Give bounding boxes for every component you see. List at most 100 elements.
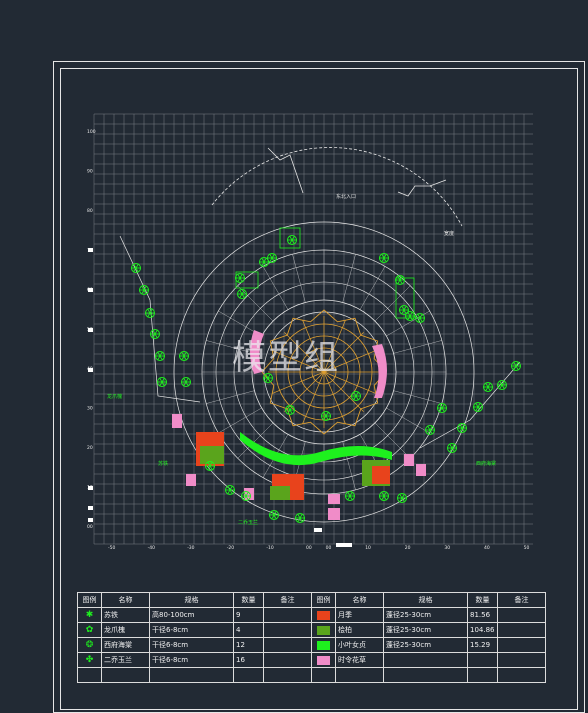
tree-branch	[147, 308, 151, 314]
tree-branch	[381, 253, 385, 259]
bottom-axis-tick: 10	[365, 545, 371, 551]
axis-marker	[88, 328, 93, 332]
left-qty-2: 4	[233, 622, 264, 638]
right-note-4	[497, 652, 546, 668]
right-qty-2: 104.86	[467, 622, 498, 638]
right-spec-3: 蓬径25-30cm	[383, 637, 468, 653]
left-axis-tick: 80	[87, 208, 93, 214]
bottom-axis-tick: -40	[148, 545, 155, 551]
flower-bed	[172, 414, 182, 428]
zigzag-wall-left	[267, 147, 304, 194]
tree-branch	[147, 312, 151, 318]
magnolia-icon: ✤	[85, 655, 94, 665]
tree-branch	[299, 513, 303, 519]
tree-branch	[185, 377, 189, 383]
radial-line	[386, 407, 430, 434]
plant-legend-table: 图例 名称 规格 数量 备注 图例 名称 规格 数量 备注 ✱ 苏铁 高80-1…	[77, 592, 546, 683]
left-note-4	[263, 652, 312, 668]
left-axis-tick: 90	[87, 169, 93, 175]
left-axis-tick: 100	[87, 129, 96, 135]
radial-line	[218, 407, 262, 434]
bottom-axis-tick: 50	[524, 545, 530, 551]
header-spec: 规格	[149, 592, 234, 608]
tree-branch	[159, 377, 163, 383]
tree-branch	[289, 409, 293, 415]
tree-branch	[237, 277, 241, 283]
left-axis-tick: 30	[87, 406, 93, 412]
right-note-2	[497, 622, 546, 638]
axis-marker	[88, 248, 93, 252]
tree-branch	[349, 495, 353, 501]
tree-branch	[135, 263, 139, 269]
header-legend-2: 图例	[311, 592, 336, 608]
flower-bed	[416, 464, 426, 476]
tree-branch	[154, 329, 158, 335]
tree-branch	[239, 277, 243, 283]
axis-marker	[88, 288, 93, 292]
tree-branch	[269, 253, 273, 259]
tree-branch	[487, 382, 491, 388]
entrance-label: 东北入口	[336, 193, 356, 200]
tree-branch	[289, 239, 293, 245]
tree-branch	[427, 425, 431, 431]
header-qty-2: 数量	[467, 592, 498, 608]
legend-row-5	[77, 667, 546, 683]
left-qty-3: 12	[233, 637, 264, 653]
right-spec-4	[383, 652, 468, 668]
tree-branch	[401, 309, 405, 315]
right-note-3	[497, 637, 546, 653]
tree-branch	[485, 386, 489, 392]
left-axis-tick: 00	[87, 524, 93, 530]
left-spec-1: 高80-100cm	[149, 607, 234, 623]
radial-line	[237, 285, 274, 322]
legend-row-3: ❂ 西府海棠 干径6-8cm 12 小叶女贞 蓬径25-30cm 15.29	[77, 637, 546, 653]
left-qty-1: 9	[233, 607, 264, 623]
flower-bed	[244, 488, 254, 500]
header-qty: 数量	[233, 592, 264, 608]
right-spec-1: 蓬径25-30cm	[383, 607, 468, 623]
juniper-bed	[270, 486, 290, 500]
right-name-4: 时令花草	[335, 652, 384, 668]
radial-line	[393, 390, 442, 404]
bottom-axis-tick: 00	[306, 545, 312, 551]
flower-bed	[186, 474, 196, 486]
left-name-3: 西府海棠	[101, 637, 150, 653]
bottom-axis-tick: 00	[326, 545, 332, 551]
plant-label-3: 二乔玉兰	[238, 519, 258, 526]
flower-bed	[328, 494, 340, 504]
tree-branch	[263, 257, 267, 263]
bottom-axis-tick: -30	[187, 545, 194, 551]
radial-line	[342, 254, 356, 303]
left-axis-tick: 20	[87, 445, 93, 451]
tree-branch	[397, 279, 401, 285]
legend-header-row: 图例 名称 规格 数量 备注 图例 名称 规格 数量 备注	[77, 592, 546, 608]
right-name-1: 月季	[335, 607, 384, 623]
flower-bed	[328, 508, 340, 520]
tree-branch	[154, 333, 158, 339]
tree-branch	[239, 289, 243, 295]
bottom-axis-tick: 30	[444, 545, 450, 551]
tree-branch	[403, 305, 407, 311]
right-qty-1: 81.56	[467, 607, 498, 623]
tree-branch	[181, 355, 185, 361]
header-name-2: 名称	[335, 592, 384, 608]
tree-branch	[159, 355, 163, 361]
header-name: 名称	[101, 592, 150, 608]
left-qty-4: 16	[233, 652, 264, 668]
left-name-2: 龙爪槐	[101, 622, 150, 638]
right-qty-4	[467, 652, 498, 668]
tree-branch	[419, 317, 423, 323]
axis-marker	[88, 506, 93, 510]
radial-line	[292, 254, 306, 303]
tree-branch	[477, 402, 481, 408]
tree-branch	[381, 495, 385, 501]
tree-branch	[383, 257, 387, 263]
tree-branch	[383, 495, 387, 501]
privet-swatch	[317, 640, 330, 650]
tree-branch	[515, 365, 519, 371]
bottom-axis-tick: -20	[227, 545, 234, 551]
tree-branch	[271, 514, 275, 520]
tree-branch	[141, 289, 145, 295]
axis-marker	[344, 543, 352, 547]
tree-branch	[229, 485, 233, 491]
